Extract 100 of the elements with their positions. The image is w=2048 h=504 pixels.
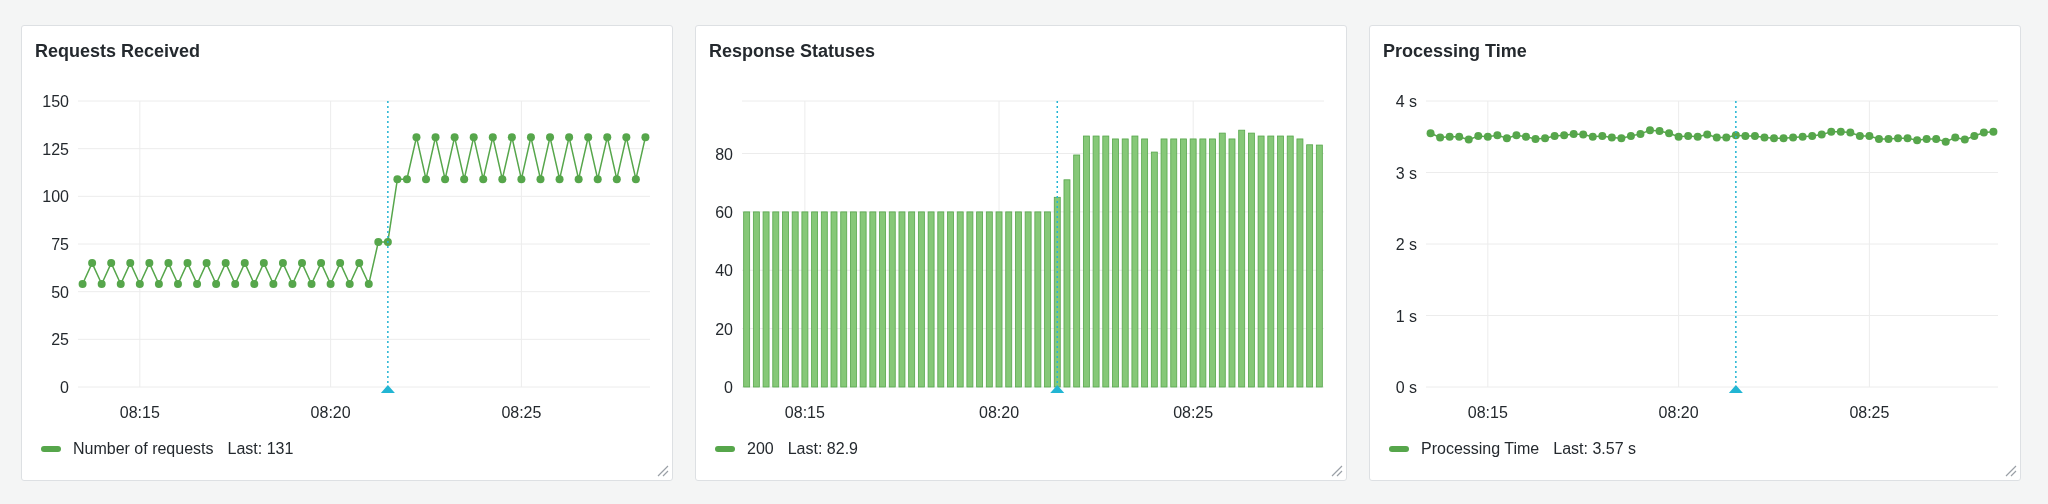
data-point — [307, 280, 316, 289]
data-point — [1913, 136, 1922, 145]
axis-label: 60 — [715, 203, 733, 221]
axis-label: 08:25 — [501, 404, 542, 421]
legend-value: Last: 131 — [227, 440, 294, 458]
axis-label: 80 — [715, 145, 733, 163]
data-point — [479, 175, 488, 184]
axis-label: 08:15 — [784, 404, 825, 421]
legend-label[interactable]: Number of requests — [73, 440, 214, 458]
data-point — [288, 280, 297, 289]
data-point — [231, 280, 240, 289]
data-point — [574, 175, 583, 184]
axis-label: 1 s — [1395, 307, 1417, 325]
data-point — [507, 133, 516, 142]
axis-label: 2 s — [1395, 236, 1417, 253]
data-point — [1464, 135, 1473, 144]
data-point — [1750, 132, 1759, 141]
data-point — [603, 133, 612, 142]
data-point — [1951, 133, 1960, 142]
data-point — [584, 133, 593, 142]
data-point — [126, 259, 135, 268]
data-point — [183, 259, 192, 268]
data-point — [326, 280, 335, 289]
data-point — [1798, 132, 1807, 141]
data-point — [298, 259, 306, 268]
panel-title: Requests Received — [34, 40, 201, 62]
panel-title: Response Statuses — [708, 40, 876, 62]
axis-label: 0 — [724, 379, 733, 396]
data-point — [259, 259, 268, 268]
resize-handle-icon[interactable] — [1331, 465, 1343, 477]
legend-value: Last: 82.9 — [787, 440, 858, 458]
data-point — [240, 259, 249, 268]
data-point — [1817, 130, 1826, 139]
data-point — [1636, 129, 1645, 138]
legend-value: Last: 3.57 s — [1553, 440, 1636, 458]
data-point — [1874, 134, 1883, 143]
panel-title: Processing Time — [1382, 40, 1527, 62]
data-point — [317, 259, 326, 268]
cursor-marker[interactable] — [1728, 100, 1743, 393]
data-point — [536, 175, 545, 184]
axis-label: 08:20 — [979, 404, 1020, 421]
data-point — [460, 175, 469, 184]
data-point — [345, 280, 354, 289]
legend-label[interactable]: 200 — [747, 440, 774, 458]
axis-label: 100 — [42, 188, 69, 206]
cursor-marker[interactable] — [1050, 100, 1065, 393]
data-point — [193, 280, 202, 289]
data-point — [97, 280, 106, 289]
data-point — [1607, 133, 1616, 142]
data-point — [1445, 132, 1454, 141]
data-point — [526, 133, 535, 142]
data-point — [1598, 132, 1607, 141]
data-point — [1903, 134, 1912, 143]
data-point — [107, 259, 116, 268]
data-point — [1617, 134, 1626, 143]
data-point — [364, 280, 373, 289]
data-point — [1674, 132, 1683, 141]
axis-label: 0 — [60, 379, 69, 396]
data-point — [116, 280, 125, 289]
data-point — [612, 175, 621, 184]
data-point — [1865, 132, 1874, 141]
data-point — [1684, 132, 1693, 141]
data-point — [1960, 135, 1969, 144]
data-point — [1493, 131, 1502, 140]
axis-label: 08:25 — [1849, 404, 1890, 421]
axis-label: 125 — [42, 140, 69, 158]
axis-label: 20 — [715, 320, 733, 338]
data-point — [1569, 129, 1578, 138]
resize-handle-icon[interactable] — [2005, 465, 2017, 477]
data-point — [355, 259, 364, 268]
data-point — [1722, 133, 1731, 142]
data-point — [422, 175, 430, 184]
data-point — [1531, 134, 1540, 143]
axis-label: 25 — [51, 331, 69, 349]
data-point — [1512, 131, 1521, 140]
data-point — [1703, 130, 1712, 139]
resize-handle-icon[interactable] — [657, 465, 669, 477]
data-point — [1541, 134, 1550, 143]
data-point — [135, 280, 144, 289]
data-point — [1941, 137, 1950, 146]
axis-label: 4 s — [1395, 93, 1417, 110]
axis-label: 08:20 — [310, 404, 351, 421]
data-point — [469, 133, 478, 142]
data-point — [498, 175, 507, 184]
data-point — [450, 133, 459, 142]
data-point — [154, 280, 163, 289]
data-point — [1846, 128, 1855, 137]
data-point — [1436, 133, 1445, 142]
data-point — [336, 259, 345, 268]
data-point — [402, 175, 411, 184]
data-point — [1932, 134, 1941, 143]
data-point — [1884, 134, 1893, 143]
data-point — [1550, 132, 1559, 141]
data-point — [1808, 132, 1817, 141]
data-point — [1579, 130, 1588, 139]
cursor-marker[interactable] — [380, 100, 395, 393]
data-point — [622, 133, 631, 142]
axis-label: 08:15 — [1467, 404, 1508, 421]
legend-label[interactable]: Processing Time — [1421, 440, 1540, 458]
data-point — [1970, 132, 1979, 141]
